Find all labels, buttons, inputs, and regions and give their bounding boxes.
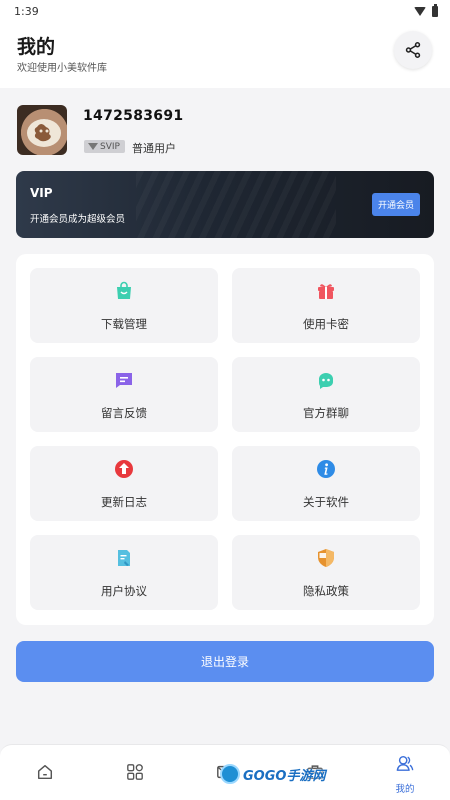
avatar[interactable] [17,105,67,155]
info-icon [317,460,335,478]
status-bar: 1:39 [0,0,450,22]
status-icons [414,3,438,17]
battery-icon [432,3,438,17]
nav-item-home[interactable] [0,745,90,800]
menu-label: 官方群聊 [303,406,349,420]
avatar-image [27,119,61,147]
menu-item-official-group[interactable]: 官方群聊 [232,357,420,432]
menu-item-feedback[interactable]: 留言反馈 [30,357,218,432]
document-icon [118,550,130,566]
menu-item-changelog[interactable]: 更新日志 [30,446,218,521]
page-subtitle: 欢迎使用小美软件库 [17,63,107,74]
menu-item-privacy-policy[interactable]: 隐私政策 [232,535,420,610]
menu-item-use-card-key[interactable]: 使用卡密 [232,268,420,343]
menu-label: 用户协议 [101,584,147,598]
menu-label: 隐私政策 [303,584,349,598]
menu-label: 更新日志 [101,495,147,509]
status-time: 1:39 [14,4,39,18]
message-icon [116,373,132,388]
home-icon [37,764,53,780]
shopping-bag-icon [117,281,131,299]
chat-bot-icon [319,373,333,389]
user-icon [396,755,414,771]
menu-label: 关于软件 [303,495,349,509]
menu-label: 下载管理 [101,317,147,331]
upload-arrow-icon [115,460,133,478]
nav-item-label: 我的 [395,784,415,795]
menu-item-about-software[interactable]: 关于软件 [232,446,420,521]
svip-badge: SVIP [84,140,125,153]
user-type: 普通用户 [132,142,176,155]
nav-item-apps[interactable] [90,745,180,800]
user-id: 1472583691 [83,108,184,124]
page-header: 我的 欢迎使用小美软件库 [0,22,450,88]
profile-section: 1472583691 SVIP 普通用户 [0,88,450,166]
apps-grid-icon [127,764,143,780]
share-button[interactable] [394,31,432,69]
logout-button[interactable]: 退出登录 [16,641,434,682]
watermark-text: GOGO手游网 [243,768,326,784]
gift-icon [318,284,334,299]
vip-title: VIP [30,186,53,200]
shield-icon [318,549,334,567]
nav-item-mine[interactable]: 我的 [360,745,450,800]
open-membership-button[interactable]: 开通会员 [371,193,420,216]
menu-label: 使用卡密 [303,317,349,331]
wifi-icon [414,6,426,16]
menu-item-download-management[interactable]: 下载管理 [30,268,218,343]
share-icon [405,42,421,58]
watermark-circle-icon [220,764,240,784]
page-title: 我的 [17,36,56,58]
menu-item-user-agreement[interactable]: 用户协议 [30,535,218,610]
vip-banner[interactable]: VIP 开通会员成为超级会员 开通会员 [16,171,434,238]
menu-panel: 下载管理 使用卡密 留言反馈 官方群聊 更新日志 关于软件 用户协议 隐私政策 [16,254,434,625]
vip-description: 开通会员成为超级会员 [30,214,126,225]
menu-label: 留言反馈 [101,406,147,420]
watermark-logo: GOGO手游网 [220,762,325,786]
